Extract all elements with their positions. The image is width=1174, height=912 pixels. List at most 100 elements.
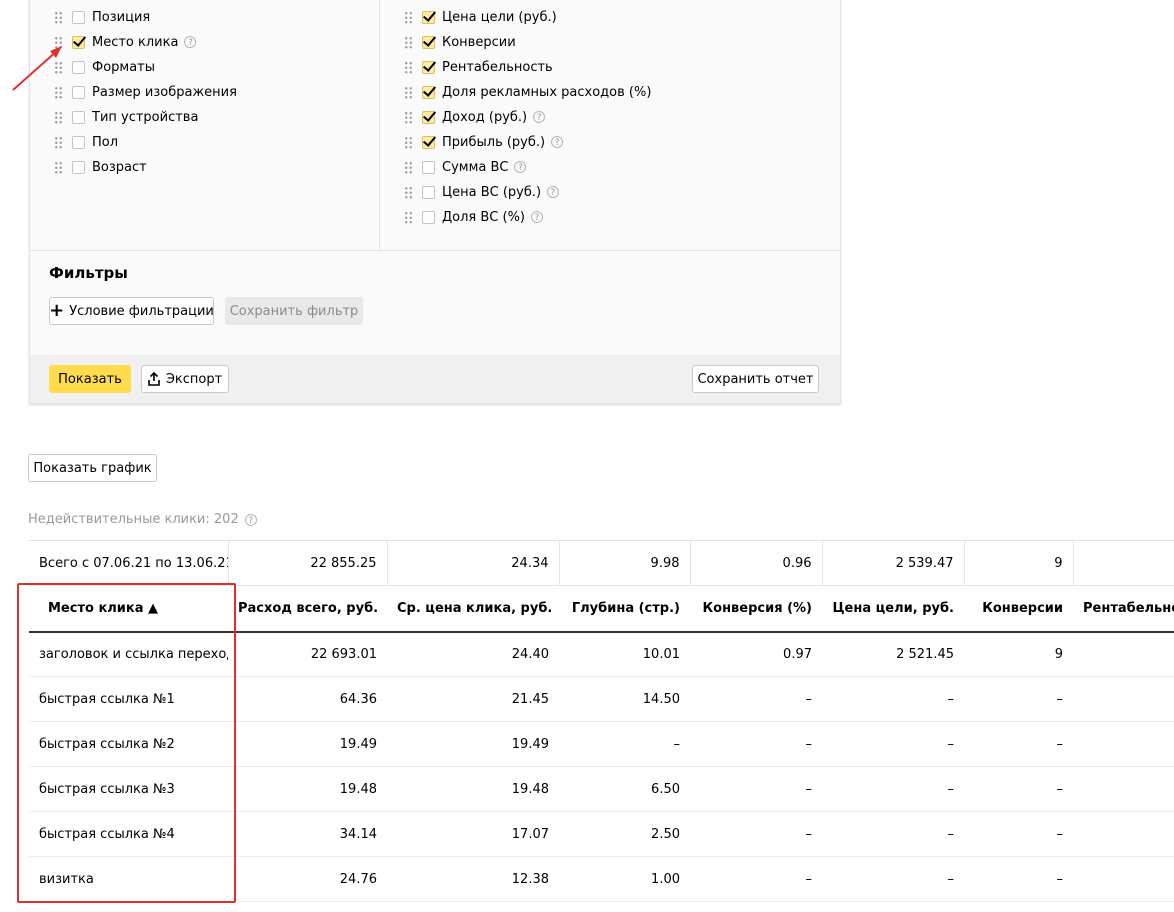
checkbox[interactable] — [422, 60, 435, 74]
table-cell: 19.49 — [387, 721, 559, 767]
item-label: Прибыль (руб.) — [442, 134, 546, 150]
item-label: Доход (руб.) — [442, 109, 528, 125]
checkbox[interactable] — [422, 135, 435, 149]
column-divider — [379, 0, 380, 250]
column-header[interactable]: Рентабельность — [1073, 585, 1174, 633]
help-icon[interactable]: ? — [184, 36, 197, 48]
table-cell: 9.98 — [559, 540, 691, 586]
column-header[interactable]: Расход всего, руб. — [228, 585, 387, 633]
header-row: Место клика ▲ Расход всего, руб. Ср. цена … — [29, 585, 1174, 633]
column-header[interactable]: Конверсия (%) — [690, 585, 822, 633]
item-label: Доля рекламных расходов (%) — [442, 84, 652, 100]
checkbox[interactable] — [72, 160, 85, 174]
metric-item[interactable]: Сумма ВС? — [404, 157, 527, 177]
section-divider — [30, 250, 840, 251]
table-cell: 10.01 — [559, 631, 690, 677]
table-cell: 17.07 — [387, 811, 559, 857]
drag-handle-icon[interactable] — [54, 10, 63, 24]
column-header[interactable]: Место клика ▲ — [29, 585, 228, 633]
checkbox[interactable] — [72, 85, 85, 99]
column-header[interactable]: Глубина (стр.) — [559, 585, 690, 633]
drag-handle-icon[interactable] — [404, 110, 413, 124]
table-cell: 34.14 — [228, 811, 387, 857]
drag-handle-icon[interactable] — [404, 135, 413, 149]
item-label: Форматы — [92, 59, 156, 75]
show-button[interactable]: Показать — [49, 365, 131, 393]
save-report-button[interactable]: Сохранить отчет — [692, 365, 819, 393]
drag-handle-icon[interactable] — [54, 110, 63, 124]
checkbox[interactable] — [422, 85, 435, 99]
metric-item[interactable]: Прибыль (руб.)? — [404, 132, 564, 152]
dimension-item[interactable]: Место клика? — [54, 32, 197, 52]
checkbox[interactable] — [72, 60, 85, 74]
dimension-item[interactable]: Пол — [54, 132, 118, 152]
drag-handle-icon[interactable] — [404, 185, 413, 199]
show-chart-button[interactable]: Показать график — [28, 454, 157, 482]
table-cell: – — [559, 721, 690, 767]
checkbox[interactable] — [72, 135, 85, 149]
table-cell: – — [822, 766, 964, 812]
metric-item[interactable]: Цена ВС (руб.)? — [404, 182, 560, 202]
metric-item[interactable]: Цена цели (руб.) — [404, 7, 557, 27]
help-icon[interactable]: ? — [514, 161, 527, 173]
drag-handle-icon[interactable] — [404, 10, 413, 24]
drag-handle-icon[interactable] — [404, 85, 413, 99]
table-cell — [1073, 856, 1174, 902]
report-table: Всего с 07.06.21 по 13.06.21 22 855.25 24.… — [29, 540, 1174, 902]
metric-item[interactable]: Конверсии — [404, 32, 516, 52]
checkbox[interactable] — [422, 185, 435, 199]
table-cell: – — [964, 811, 1073, 857]
drag-handle-icon[interactable] — [54, 160, 63, 174]
export-button[interactable]: Экспорт — [141, 365, 229, 393]
table-cell: визитка — [29, 856, 228, 902]
help-icon[interactable]: ? — [533, 111, 546, 123]
checkbox[interactable] — [72, 110, 85, 124]
save-filter-label: Сохранить фильтр — [229, 303, 359, 319]
checkbox[interactable] — [422, 160, 435, 174]
item-label: Пол — [92, 134, 119, 150]
column-header[interactable]: Ср. цена клика, руб. — [387, 585, 559, 633]
checkbox[interactable] — [422, 10, 435, 24]
checkbox[interactable] — [72, 35, 85, 49]
help-icon[interactable]: ? — [551, 136, 564, 148]
table-cell: 19.48 — [228, 766, 387, 812]
column-header[interactable]: Конверсии — [964, 585, 1073, 633]
metric-item[interactable]: Доля рекламных расходов (%) — [404, 82, 651, 102]
help-icon[interactable]: ? — [244, 513, 257, 526]
add-filter-condition-button[interactable]: + Условие фильтрации — [49, 297, 214, 325]
metric-item[interactable]: Доля ВС (%)? — [404, 207, 543, 227]
drag-handle-icon[interactable] — [404, 35, 413, 49]
table-cell: – — [690, 811, 822, 857]
metric-item[interactable]: Рентабельность — [404, 57, 553, 77]
help-icon[interactable]: ? — [547, 186, 560, 198]
table-cell: 2 539.47 — [822, 540, 965, 586]
drag-handle-icon[interactable] — [404, 210, 413, 224]
dimension-item[interactable]: Размер изображения — [54, 82, 237, 102]
metric-item[interactable]: Доход (руб.)? — [404, 107, 546, 127]
checkbox[interactable] — [422, 210, 435, 224]
table-cell: 21.45 — [387, 676, 559, 722]
dimension-item[interactable]: Позиция — [54, 7, 150, 27]
column-header[interactable]: Цена цели, руб. — [822, 585, 964, 633]
item-label: Тип устройства — [92, 109, 199, 125]
table-row: быстрая ссылка №4 34.14 17.07 2.50– – – — [29, 811, 1174, 857]
item-label: Цена цели (руб.) — [442, 9, 557, 25]
metric-item[interactable]: Конверсия (%) — [404, 0, 542, 2]
invalid-clicks-info: Недействительные клики: 202 ? — [28, 512, 257, 527]
checkbox[interactable] — [422, 110, 435, 124]
drag-handle-icon[interactable] — [404, 60, 413, 74]
table-row: визитка 24.76 12.38 1.00– – – — [29, 856, 1174, 902]
table-cell: 2 521.45 — [822, 631, 964, 677]
checkbox[interactable] — [72, 10, 85, 24]
table-cell: 6.50 — [559, 766, 690, 812]
table-cell: 22 855.25 — [228, 540, 388, 586]
dimension-item[interactable]: Возраст — [54, 157, 147, 177]
checkbox[interactable] — [422, 35, 435, 49]
dimension-item[interactable]: Регион местонахождения — [54, 0, 270, 2]
help-icon[interactable]: ? — [531, 211, 543, 223]
table-cell — [1073, 766, 1174, 812]
drag-handle-icon[interactable] — [404, 160, 413, 174]
dimension-item[interactable]: Тип устройства — [54, 107, 198, 127]
drag-handle-icon[interactable] — [54, 135, 63, 149]
save-filter-button[interactable]: Сохранить фильтр — [225, 297, 363, 325]
